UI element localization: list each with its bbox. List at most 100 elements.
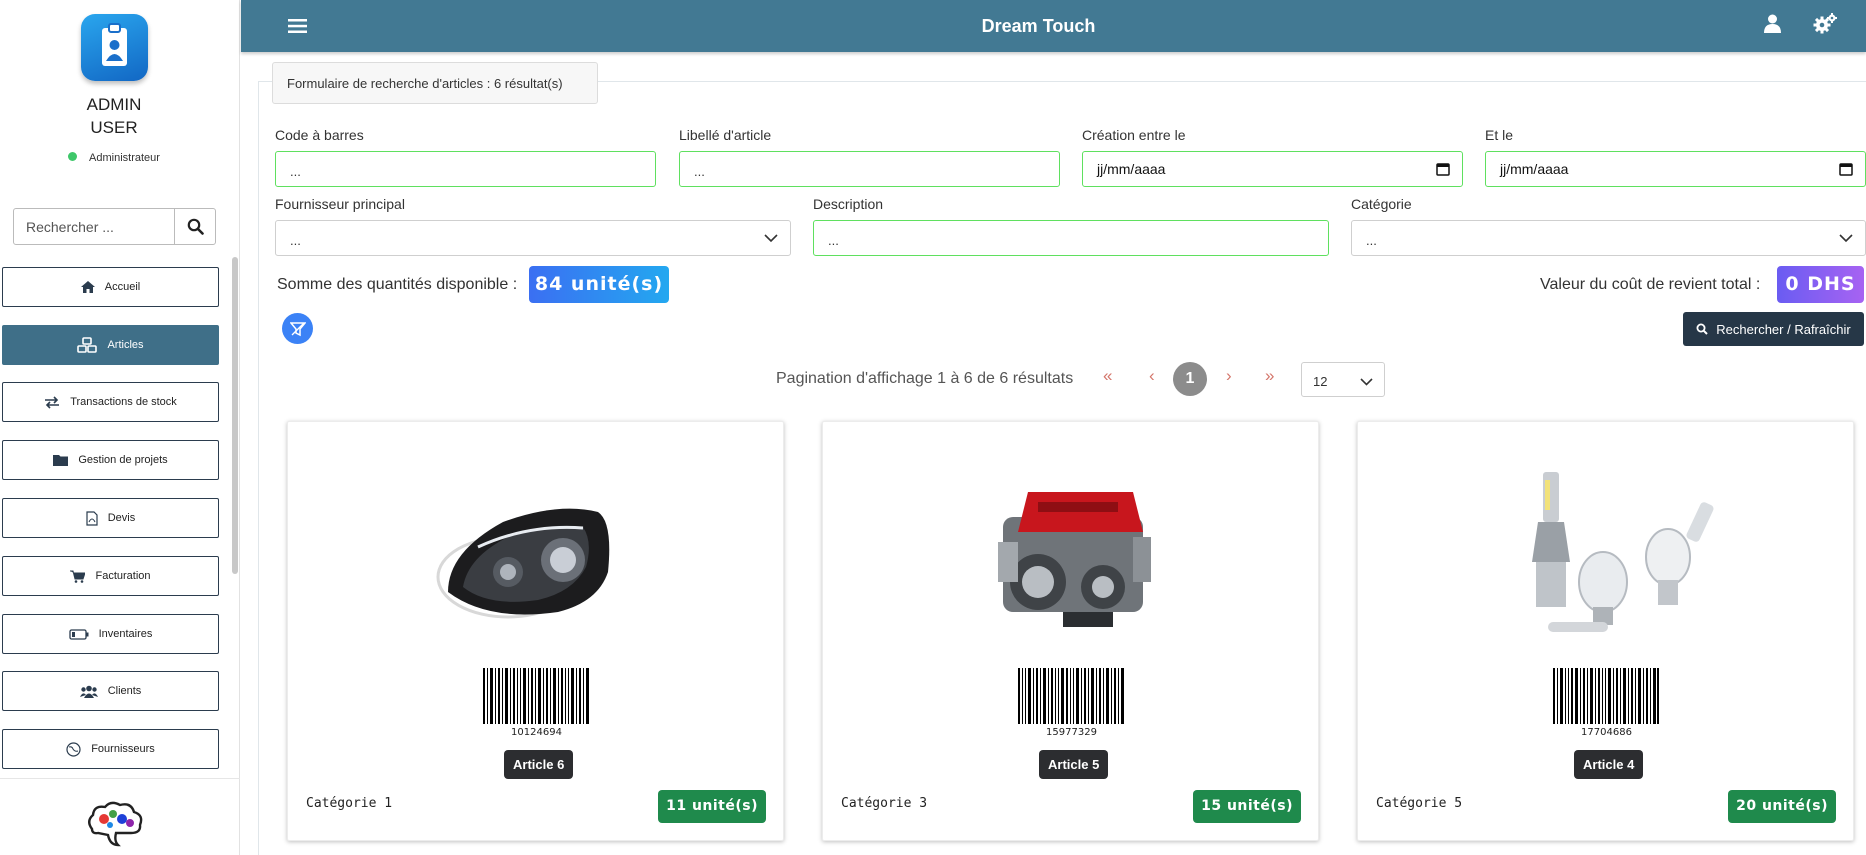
search-form-tab[interactable]: Formulaire de recherche d'articles : 6 r… — [272, 62, 598, 104]
sidebar-item-accueil[interactable]: Accueil — [2, 267, 219, 307]
chevron-down-icon — [1839, 234, 1853, 243]
sidebar-item-label: Transactions de stock — [70, 396, 177, 408]
article-name-badge[interactable]: Article 4 — [1574, 750, 1644, 779]
article-label-input[interactable]: ... — [679, 151, 1060, 187]
search-refresh-label: Rechercher / Rafraîchir — [1716, 321, 1851, 337]
sidebar-scrollbar[interactable] — [232, 257, 238, 574]
article-name-badge[interactable]: Article 5 — [1039, 750, 1109, 779]
article-category: Catégorie 1 — [306, 796, 393, 811]
barcode-input-value: ... — [290, 164, 301, 179]
clear-filter-button[interactable] — [282, 313, 313, 344]
brain-cloud-logo — [88, 801, 143, 847]
globe-icon — [66, 741, 81, 757]
article-label-input-value: ... — [694, 164, 705, 179]
article-stock-badge: 11 unité(s) — [658, 790, 766, 823]
home-icon — [80, 281, 95, 293]
article-category: Catégorie 3 — [841, 796, 928, 811]
app-logo — [81, 14, 148, 81]
chevron-down-icon — [1360, 378, 1373, 386]
pdf-file-icon — [86, 510, 98, 526]
pagination-current-page[interactable]: 1 — [1173, 362, 1207, 396]
folder-icon — [53, 455, 69, 466]
sidebar-item-label: Accueil — [104, 281, 141, 293]
filter-clear-icon — [289, 321, 306, 336]
barcode-input[interactable]: ... — [275, 151, 656, 187]
sidebar-item-label: Devis — [107, 512, 136, 524]
category-select-value: ... — [1366, 233, 1377, 248]
top-header: Dream Touch — [241, 0, 1866, 52]
app-title: Dream Touch — [981, 16, 1096, 36]
barcode-image — [1018, 668, 1124, 724]
article-card[interactable]: 15977329 Article 5 Catégorie 3 15 unité(… — [822, 421, 1319, 841]
created-from-label: Création entre le — [1082, 127, 1186, 143]
supplier-select[interactable]: ... — [275, 220, 791, 256]
pagination-prev[interactable]: ‹ — [1149, 366, 1155, 386]
page-size-select[interactable]: 12 — [1301, 362, 1385, 397]
sidebar-item-projets[interactable]: Gestion de projets — [2, 440, 219, 480]
article-name-badge[interactable]: Article 6 — [504, 750, 574, 779]
description-label: Description — [813, 196, 884, 212]
cart-icon — [70, 570, 86, 583]
user-role: Administrateur — [0, 152, 228, 164]
article-barcode-number: 10124694 — [511, 727, 562, 738]
sidebar-item-devis[interactable]: Devis — [2, 498, 219, 538]
sidebar-search-button[interactable] — [174, 209, 215, 244]
sidebar-item-label: Clients — [107, 685, 142, 697]
settings-button[interactable] — [1813, 13, 1837, 40]
page-size-value: 12 — [1313, 374, 1328, 389]
created-to-date-value: jj/mm/aaaa — [1500, 161, 1569, 177]
sidebar-item-label: Inventaires — [98, 628, 153, 640]
pagination-first[interactable]: « — [1103, 366, 1112, 386]
article-image — [1478, 462, 1738, 642]
battery-icon — [68, 628, 89, 640]
article-card[interactable]: 17704686 Article 4 Catégorie 5 20 unité(… — [1357, 421, 1854, 841]
user-last-name: USER — [90, 118, 138, 137]
sidebar-footer — [0, 778, 240, 855]
sidebar-item-transactions[interactable]: Transactions de stock — [2, 382, 219, 422]
search-icon — [1696, 323, 1709, 335]
created-to-date-input[interactable]: jj/mm/aaaa — [1485, 151, 1866, 187]
bulbs-image — [1532, 472, 1714, 632]
calendar-icon — [1839, 163, 1853, 176]
total-quantity-label: Somme des quantités disponible : — [277, 276, 518, 293]
sidebar-item-label: Fournisseurs — [91, 743, 155, 755]
sidebar-search-input[interactable] — [14, 209, 174, 244]
user-profile-button[interactable] — [1764, 14, 1781, 38]
exchange-icon — [45, 395, 60, 409]
engine-image — [998, 492, 1151, 627]
sidebar-item-label: Facturation — [95, 570, 151, 582]
description-input-value: ... — [828, 233, 839, 248]
sidebar-item-articles[interactable]: Articles — [2, 325, 219, 365]
id-badge-icon — [102, 23, 127, 66]
search-icon — [187, 218, 204, 235]
article-stock-badge: 15 unité(s) — [1193, 790, 1301, 823]
sidebar-item-facturation[interactable]: Facturation — [2, 556, 219, 596]
description-input[interactable]: ... — [813, 220, 1329, 256]
category-label: Catégorie — [1351, 196, 1412, 212]
calendar-button[interactable] — [1436, 162, 1450, 179]
article-barcode-number: 17704686 — [1581, 727, 1632, 738]
search-refresh-button[interactable]: Rechercher / Rafraîchir — [1683, 312, 1864, 346]
user-role-label: Administrateur — [89, 152, 160, 164]
created-from-date-input[interactable]: jj/mm/aaaa — [1082, 151, 1463, 187]
sidebar: ADMIN USER Administrateur Accueil Articl… — [0, 0, 240, 855]
supplier-label: Fournisseur principal — [275, 196, 405, 212]
sidebar-item-label: Articles — [107, 339, 144, 351]
boxes-icon — [77, 337, 98, 353]
barcode-image — [1553, 668, 1659, 724]
sidebar-search — [13, 208, 216, 245]
article-label-label: Libellé d'article — [679, 127, 772, 143]
supplier-select-value: ... — [290, 233, 301, 248]
sidebar-item-fournisseurs[interactable]: Fournisseurs — [2, 729, 219, 769]
pagination-next[interactable]: › — [1226, 366, 1232, 386]
sidebar-item-clients[interactable]: Clients — [2, 671, 219, 711]
user-icon — [1764, 14, 1781, 33]
user-first-name: ADMIN — [86, 95, 142, 114]
sidebar-item-inventaires[interactable]: Inventaires — [2, 614, 219, 654]
created-from-date-value: jj/mm/aaaa — [1097, 161, 1166, 177]
article-card[interactable]: 10124694 Article 6 Catégorie 1 11 unité(… — [287, 421, 784, 841]
article-stock-badge: 20 unité(s) — [1728, 790, 1836, 823]
pagination-last[interactable]: » — [1265, 366, 1274, 386]
calendar-button[interactable] — [1839, 162, 1853, 179]
category-select[interactable]: ... — [1351, 220, 1866, 256]
